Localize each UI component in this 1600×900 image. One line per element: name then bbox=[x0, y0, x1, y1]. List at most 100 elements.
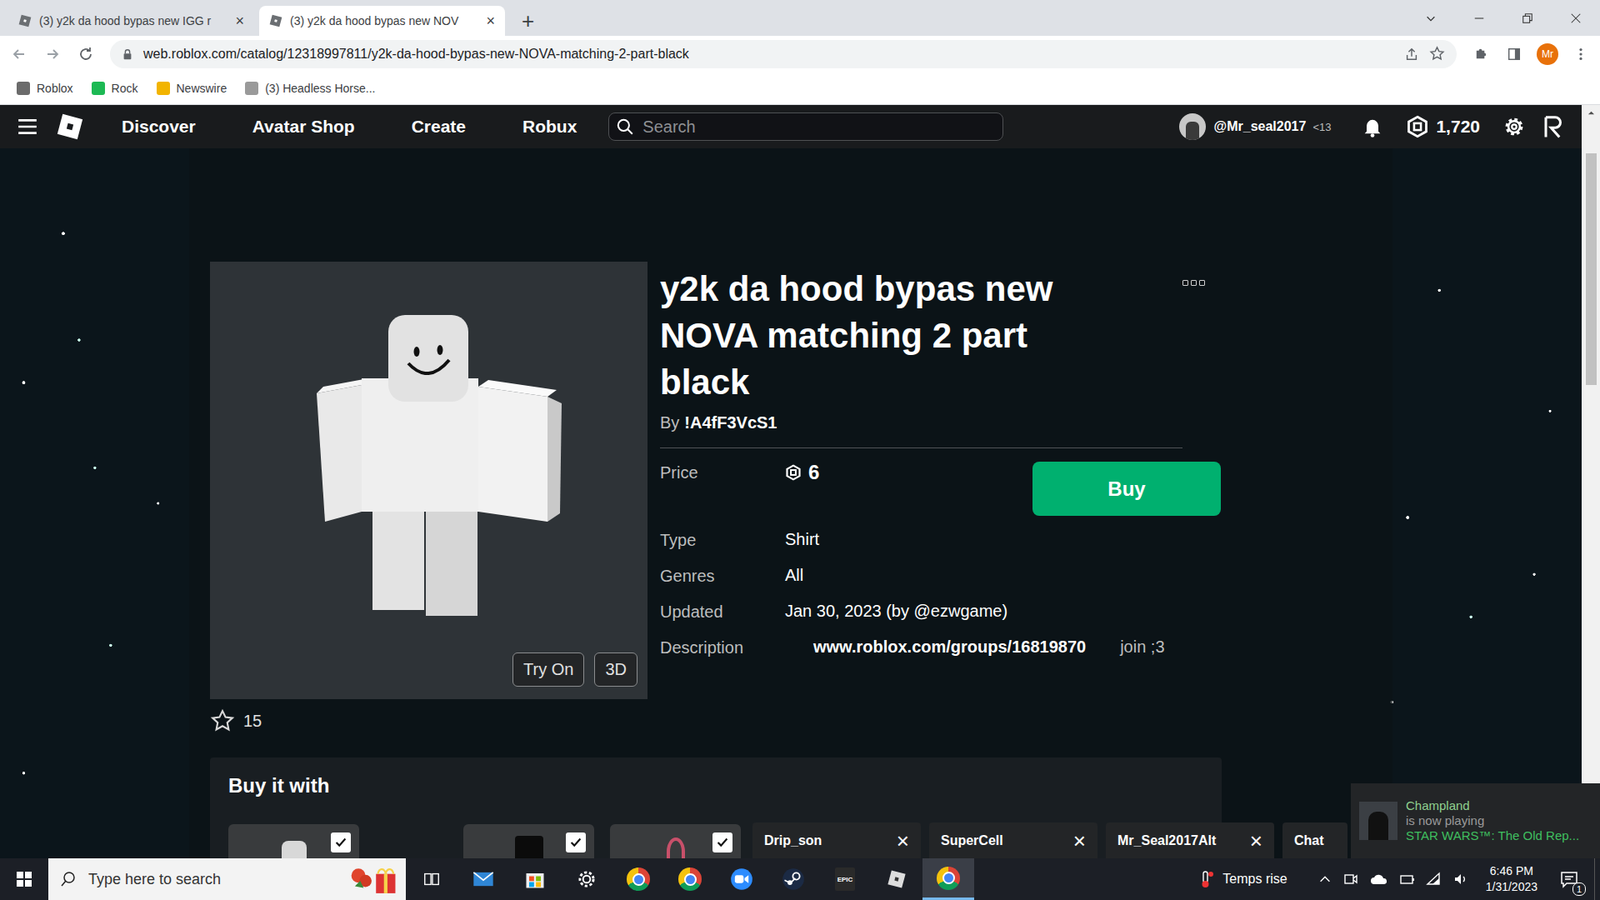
chat-button[interactable]: Chat bbox=[1282, 822, 1348, 859]
nav-link[interactable]: Create bbox=[383, 116, 495, 137]
bookmark-favicon-icon bbox=[245, 81, 259, 95]
tray-chevron-icon[interactable] bbox=[1317, 871, 1333, 887]
bookmark[interactable]: Roblox bbox=[16, 81, 74, 95]
search-field[interactable]: Search bbox=[608, 112, 1004, 141]
bundle-item-card[interactable] bbox=[610, 824, 741, 859]
chat-tab[interactable]: Mr_Seal2017Alt × bbox=[1105, 822, 1275, 859]
back-arrow-icon bbox=[10, 45, 28, 63]
minimize-button[interactable] bbox=[1455, 0, 1504, 36]
scrollbar[interactable] bbox=[1581, 105, 1600, 859]
roblox-app-icon bbox=[885, 868, 908, 890]
item-info: y2k da hood bypas new NOVA matching 2 pa… bbox=[660, 261, 1227, 700]
bookmark-star-icon[interactable] bbox=[1429, 45, 1445, 62]
bookmark-label: Newswire bbox=[176, 81, 228, 95]
show-desktop-button[interactable] bbox=[1594, 858, 1600, 900]
web-page: DiscoverAvatar ShopCreateRobux Search @M… bbox=[0, 105, 1600, 859]
chat-tab[interactable]: Drip_son × bbox=[752, 822, 921, 859]
info-value[interactable]: www.roblox.com/groups/16819870 bbox=[785, 637, 1115, 657]
robux-icon[interactable] bbox=[1405, 115, 1430, 139]
info-label: Updated bbox=[660, 600, 785, 623]
chat-close-button[interactable]: × bbox=[896, 830, 910, 852]
gear-icon[interactable] bbox=[1501, 114, 1527, 140]
back-button[interactable] bbox=[5, 40, 34, 69]
taskbar-app[interactable] bbox=[612, 858, 665, 900]
user-avatar[interactable] bbox=[1179, 113, 1206, 140]
creator-name[interactable]: !A4fF3VcS1 bbox=[684, 412, 777, 433]
view-3d-button[interactable]: 3D bbox=[594, 652, 638, 687]
bundle-item-card[interactable] bbox=[463, 824, 595, 859]
bell-icon[interactable] bbox=[1360, 115, 1385, 139]
address-bar[interactable]: web.roblox.com/catalog/12318997811/y2k-d… bbox=[110, 40, 1457, 69]
close-window-button[interactable] bbox=[1551, 0, 1600, 36]
chat-tab[interactable]: SuperCell × bbox=[929, 822, 1098, 859]
taskbar-app[interactable] bbox=[767, 858, 820, 900]
browser-tab[interactable]: (3) y2k da hood bypas new NOV × bbox=[259, 5, 505, 36]
kebab-menu-icon bbox=[1573, 46, 1589, 62]
price-value: 6 bbox=[785, 461, 820, 484]
roblox-logo-icon[interactable] bbox=[55, 111, 85, 142]
scroll-up-icon[interactable] bbox=[1587, 109, 1595, 117]
bookmarks-bar: Roblox Rock Newswire (3) Headless Horse.… bbox=[0, 71, 1600, 105]
taskbar-search-placeholder: Type here to search bbox=[88, 870, 221, 889]
cloud-icon[interactable] bbox=[1369, 870, 1390, 888]
username[interactable]: @Mr_seal2017 bbox=[1214, 119, 1307, 135]
star-icon[interactable] bbox=[210, 708, 235, 734]
bookmark[interactable]: Rock bbox=[91, 81, 139, 95]
item-checkbox[interactable] bbox=[712, 832, 733, 853]
taskbar-app[interactable] bbox=[922, 858, 975, 900]
robux-balance[interactable]: 1,720 bbox=[1435, 116, 1480, 137]
bundle-item-card[interactable] bbox=[228, 824, 360, 859]
tab-search-button[interactable] bbox=[1406, 0, 1455, 36]
bookmark[interactable]: (3) Headless Horse... bbox=[245, 81, 375, 95]
side-panel-button[interactable] bbox=[1500, 40, 1529, 69]
item-checkbox[interactable] bbox=[330, 832, 351, 853]
hamburger-icon[interactable] bbox=[16, 115, 39, 138]
profile-avatar[interactable]: Mr bbox=[1536, 43, 1559, 65]
friend-notification[interactable]: Champland is now playing STAR WARS™: The… bbox=[1350, 783, 1600, 859]
volume-icon[interactable] bbox=[1452, 870, 1470, 888]
forward-button[interactable] bbox=[38, 40, 67, 69]
more-options-icon[interactable] bbox=[1182, 280, 1205, 406]
taskbar-app[interactable] bbox=[405, 858, 458, 900]
nav-link[interactable]: Robux bbox=[494, 116, 605, 137]
extensions-button[interactable] bbox=[1466, 40, 1495, 69]
weather-widget[interactable]: Temps rise bbox=[1195, 869, 1287, 890]
restore-button[interactable] bbox=[1503, 0, 1552, 36]
clock[interactable]: 6:46 PM 1/31/2023 bbox=[1485, 863, 1538, 895]
restore-icon bbox=[1521, 12, 1534, 25]
nav-link[interactable]: Avatar Shop bbox=[224, 116, 384, 137]
taskbar-search[interactable]: Type here to search bbox=[48, 858, 406, 900]
taskbar-app[interactable] bbox=[664, 858, 716, 900]
taskbar-app[interactable]: EPIC bbox=[819, 858, 871, 900]
share-icon[interactable] bbox=[1404, 46, 1420, 62]
taskbar-app[interactable] bbox=[457, 858, 510, 900]
notification-center-button[interactable]: 1 bbox=[1554, 869, 1585, 890]
reload-button[interactable] bbox=[71, 40, 100, 69]
item-thumbnail: Try On 3D bbox=[210, 261, 648, 700]
chat-close-button[interactable]: × bbox=[1073, 830, 1086, 852]
tab-close-button[interactable]: × bbox=[485, 13, 495, 29]
wifi-icon[interactable] bbox=[1425, 870, 1443, 888]
battery-icon[interactable] bbox=[1399, 870, 1416, 888]
tab-close-button[interactable]: × bbox=[235, 13, 245, 29]
item-checkbox[interactable] bbox=[565, 832, 586, 853]
meet-icon[interactable] bbox=[1342, 870, 1360, 888]
buy-button[interactable]: Buy bbox=[1032, 461, 1221, 516]
extension-r-icon[interactable] bbox=[1541, 114, 1567, 140]
try-on-button[interactable]: Try On bbox=[512, 652, 585, 687]
taskbar-app[interactable] bbox=[560, 858, 613, 900]
ribbon-thumbnail-icon bbox=[666, 837, 685, 859]
bookmark[interactable]: Newswire bbox=[156, 81, 228, 95]
taskbar-app[interactable] bbox=[715, 858, 768, 900]
avatar-figure-icon bbox=[210, 261, 648, 700]
chrome-menu-button[interactable] bbox=[1566, 40, 1595, 69]
chat-close-button[interactable]: × bbox=[1250, 830, 1263, 852]
taskbar-app[interactable] bbox=[509, 858, 561, 900]
chat-bar: Drip_son ×SuperCell ×Mr_Seal2017Alt × Ch… bbox=[752, 822, 1348, 859]
nav-link[interactable]: Discover bbox=[93, 116, 225, 137]
browser-tab[interactable]: (3) y2k da hood bypas new IGG r × bbox=[8, 5, 255, 36]
scroll-thumb[interactable] bbox=[1585, 153, 1597, 385]
new-tab-button[interactable]: + bbox=[521, 10, 535, 32]
start-button[interactable] bbox=[0, 858, 49, 900]
taskbar-app[interactable] bbox=[870, 858, 923, 900]
